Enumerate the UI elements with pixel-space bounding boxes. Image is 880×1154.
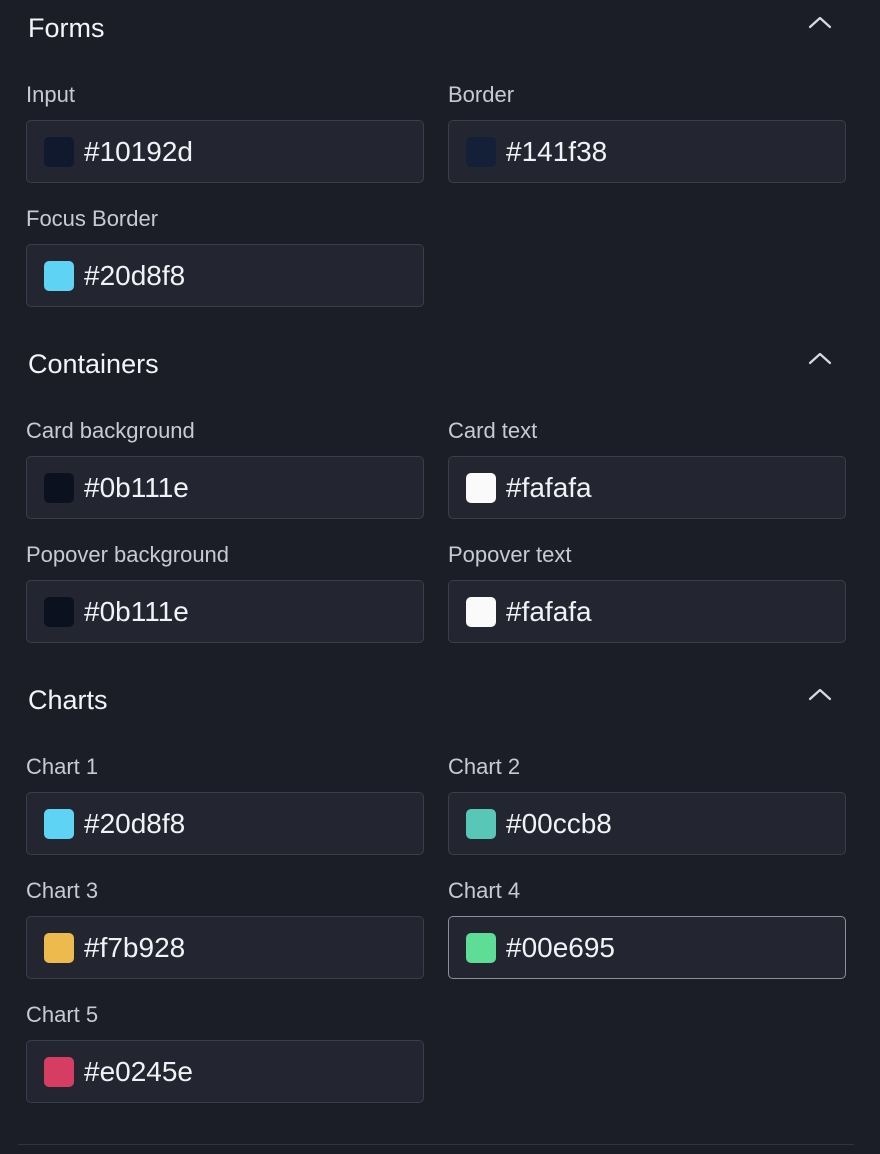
color-swatch[interactable] (44, 808, 74, 839)
color-swatch[interactable] (466, 932, 496, 963)
field-label: Chart 4 (448, 878, 521, 903)
color-input[interactable]: #141f38 (448, 120, 846, 183)
field-label: Card text (448, 418, 538, 443)
field-label: Chart 2 (448, 754, 521, 779)
color-swatch[interactable] (466, 136, 496, 167)
collapse-toggle[interactable] (804, 342, 836, 374)
field-label: Popover text (448, 542, 572, 567)
section-containers: Containers Card background #0b111e Card … (0, 336, 880, 656)
hex-value: #fafafa (506, 471, 592, 503)
color-swatch[interactable] (466, 596, 496, 627)
field-label: Chart 1 (26, 754, 99, 779)
hex-value: #20d8f8 (84, 259, 186, 291)
color-swatch[interactable] (44, 136, 74, 167)
color-swatch[interactable] (44, 932, 74, 963)
color-input[interactable]: #f7b928 (26, 916, 424, 979)
color-swatch[interactable] (44, 596, 74, 627)
section-charts: Charts Chart 1 #20d8f8 Chart 2 #00ccb8 C… (0, 672, 880, 1112)
hex-value: #0b111e (84, 595, 189, 627)
field-label: Popover background (26, 542, 230, 567)
color-swatch[interactable] (44, 1056, 74, 1087)
color-input[interactable]: #00e695 (448, 916, 846, 979)
color-swatch[interactable] (44, 472, 74, 503)
hex-value: #20d8f8 (84, 807, 186, 839)
hex-value: #10192d (84, 135, 194, 167)
section-title: Charts (28, 685, 108, 715)
color-input[interactable]: #00ccb8 (448, 792, 846, 855)
color-input[interactable]: #20d8f8 (26, 244, 424, 307)
field-label: Input (26, 82, 75, 107)
hex-value: #0b111e (84, 471, 189, 503)
color-input[interactable]: #0b111e (26, 580, 424, 643)
hex-value: #00e695 (506, 931, 616, 963)
field-label: Chart 3 (26, 878, 99, 903)
hex-value: #fafafa (506, 595, 592, 627)
hex-value: #e0245e (84, 1055, 194, 1087)
section-forms: Forms Input #10192d Border #141f38 Focus… (0, 0, 880, 320)
field-label: Border (448, 82, 515, 107)
color-input[interactable]: #fafafa (448, 456, 846, 519)
chevron-up-icon (808, 352, 832, 365)
field-label: Chart 5 (26, 1002, 99, 1027)
color-swatch[interactable] (466, 808, 496, 839)
color-swatch[interactable] (466, 472, 496, 503)
collapse-toggle[interactable] (804, 6, 836, 38)
field-label: Focus Border (26, 206, 159, 231)
collapse-toggle[interactable] (804, 678, 836, 710)
color-input[interactable]: #fafafa (448, 580, 846, 643)
color-input[interactable]: #20d8f8 (26, 792, 424, 855)
color-input[interactable]: #0b111e (26, 456, 424, 519)
hex-value: #141f38 (506, 135, 608, 167)
field-label: Card background (26, 418, 195, 443)
color-input[interactable]: #e0245e (26, 1040, 424, 1103)
divider (18, 1144, 854, 1145)
hex-value: #f7b928 (84, 931, 186, 963)
section-title: Forms (28, 13, 105, 43)
section-title: Containers (28, 349, 159, 379)
chevron-up-icon (808, 16, 832, 29)
color-input[interactable]: #10192d (26, 120, 424, 183)
color-swatch[interactable] (44, 260, 74, 291)
hex-value: #00ccb8 (506, 807, 612, 839)
chevron-up-icon (808, 688, 832, 701)
